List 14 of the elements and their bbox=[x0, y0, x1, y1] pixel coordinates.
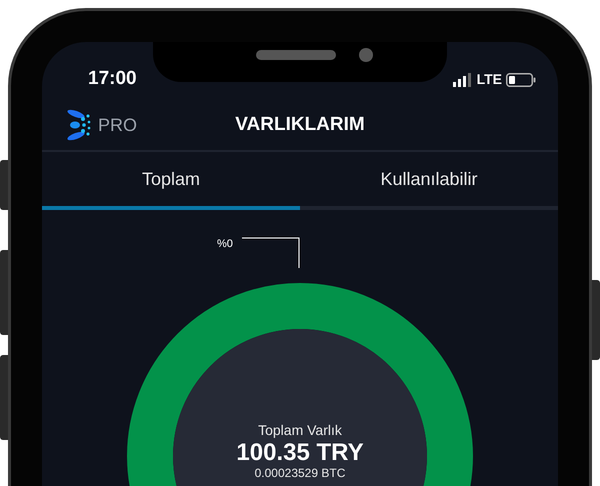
battery-icon bbox=[506, 72, 536, 86]
status-time: 17:00 bbox=[88, 67, 137, 92]
total-btc-value: 0.00023529 BTC bbox=[254, 466, 346, 481]
total-title: Toplam Varlık bbox=[257, 422, 343, 439]
total-value: 100.35 TRY bbox=[235, 438, 365, 466]
leader-line bbox=[242, 238, 300, 268]
slice-label: %0 bbox=[217, 237, 233, 252]
tab[interactable]: Toplam bbox=[42, 152, 300, 210]
page-title: VARLIKLARIM bbox=[235, 114, 365, 136]
network-type: LTE bbox=[476, 70, 502, 89]
brand-label: PRO bbox=[98, 114, 138, 136]
signal-icon bbox=[452, 72, 473, 86]
tab[interactable]: Kullanılabilir bbox=[300, 152, 558, 210]
camera bbox=[359, 48, 373, 62]
